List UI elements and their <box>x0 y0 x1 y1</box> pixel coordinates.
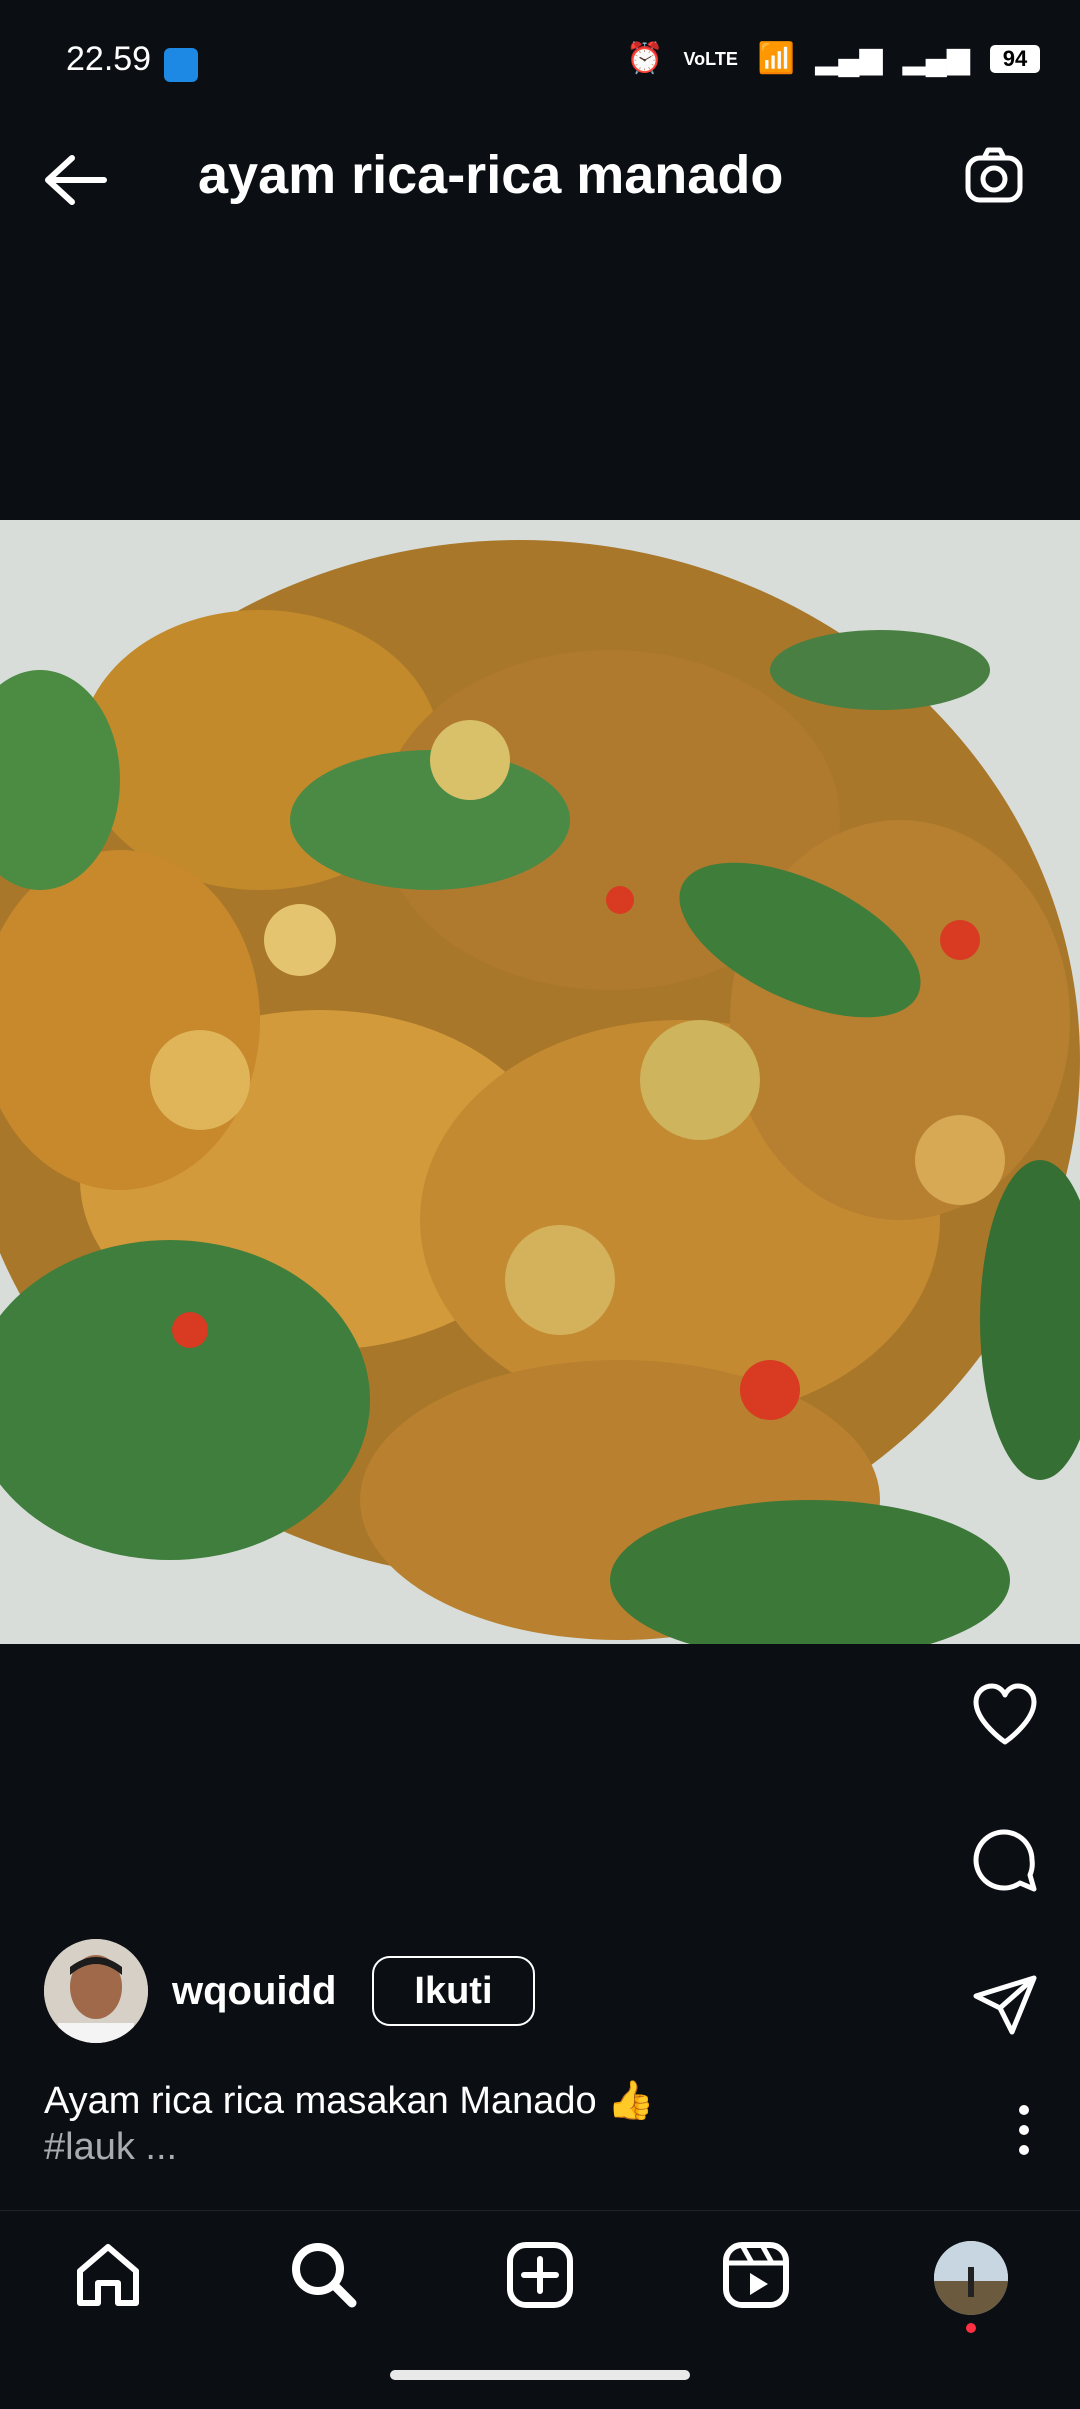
profile-avatar[interactable] <box>934 2241 1008 2315</box>
page-header: ayam rica-rica manado <box>0 100 1080 260</box>
author-avatar[interactable] <box>44 1939 148 2043</box>
status-time: 22.59 <box>66 40 152 78</box>
plus-square-icon[interactable] <box>504 2239 576 2311</box>
more-vertical-icon[interactable] <box>1014 2100 1034 2160</box>
author-username[interactable]: wqouidd <box>172 1969 336 2014</box>
send-icon[interactable] <box>970 1970 1040 2040</box>
follow-button[interactable]: Ikuti <box>372 1956 535 2026</box>
notification-app-icon <box>164 48 198 82</box>
signal-icon: ▂▄▆ <box>815 42 883 75</box>
battery-indicator: 94 <box>990 45 1040 73</box>
home-indicator[interactable] <box>390 2370 690 2380</box>
volte-icon: VoLTE <box>683 49 738 69</box>
status-bar: 22.59 ⏰ VoLTE 📶 ▂▄▆ ▂▄▆ 94 <box>0 0 1080 100</box>
page-title: ayam rica-rica manado <box>198 145 784 205</box>
post-author-row: wqouidd Ikuti <box>44 1938 535 2044</box>
home-icon[interactable] <box>72 2239 144 2311</box>
signal-icon-2: ▂▄▆ <box>902 42 970 75</box>
caption-text: Ayam rica rica masakan Manado 👍 <box>44 2080 655 2122</box>
post-image[interactable] <box>0 520 1080 1644</box>
heart-icon[interactable] <box>970 1680 1040 1750</box>
comment-icon[interactable] <box>970 1825 1040 1895</box>
caption-hashtag: #lauk ... <box>44 2126 178 2168</box>
search-icon[interactable] <box>288 2239 360 2311</box>
camera-icon[interactable] <box>962 144 1026 208</box>
reels-icon[interactable] <box>720 2239 792 2311</box>
wifi-icon: 📶 <box>757 42 796 75</box>
arrow-left-icon[interactable] <box>42 150 108 210</box>
notification-dot <box>966 2323 976 2333</box>
status-icons: ⏰ VoLTE 📶 ▂▄▆ ▂▄▆ 94 <box>626 44 1040 74</box>
alarm-icon: ⏰ <box>626 42 664 75</box>
food-photo <box>0 520 1080 1644</box>
post-caption[interactable]: Ayam rica rica masakan Manado 👍 #lauk ..… <box>44 2078 924 2170</box>
